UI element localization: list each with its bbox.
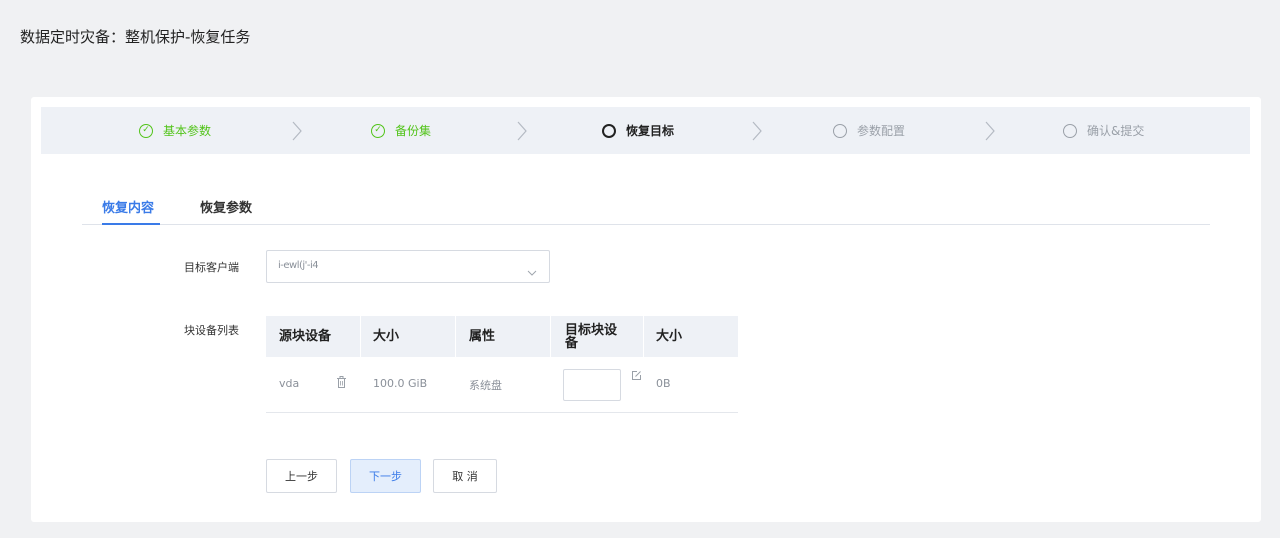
target-device-input[interactable] [563, 369, 621, 401]
circle-icon [602, 123, 616, 138]
wizard-card: ✓ 基本参数 ✓ 备份集 恢复目标 参数配置 确认&提交 恢复内容 恢复参数 目… [31, 97, 1261, 522]
circle-icon [833, 123, 847, 138]
step-confirm-submit[interactable]: 确认&提交 [1063, 107, 1144, 154]
tab-restore-params[interactable]: 恢复参数 [200, 197, 252, 216]
step-label: 备份集 [395, 124, 432, 138]
column-divider [550, 316, 551, 357]
chevron-right-icon [291, 107, 303, 154]
prev-step-button[interactable]: 上一步 [266, 459, 337, 493]
check-circle-icon: ✓ [371, 123, 385, 138]
tab-active-indicator [102, 223, 160, 225]
block-device-table: 源块设备 大小 属性 目标块设备 大小 vda 100.0 GiB 系统盘 0B [266, 316, 738, 413]
tabs-bar: 恢复内容 恢复参数 [82, 187, 1210, 225]
column-divider [643, 316, 644, 357]
chevron-right-icon [751, 107, 763, 154]
block-device-list-label: 块设备列表 [184, 324, 239, 337]
step-restore-target[interactable]: 恢复目标 [602, 107, 674, 154]
tab-restore-content[interactable]: 恢复内容 [102, 197, 154, 216]
col-source-device: 源块设备 [279, 329, 332, 344]
table-header: 源块设备 大小 属性 目标块设备 大小 [266, 316, 738, 357]
step-param-config[interactable]: 参数配置 [833, 107, 905, 154]
step-label: 基本参数 [163, 124, 212, 138]
column-divider [455, 316, 456, 357]
target-client-label: 目标客户端 [184, 261, 239, 274]
check-circle-icon: ✓ [139, 123, 153, 138]
step-label: 参数配置 [857, 124, 906, 138]
attribute-cell: 系统盘 [469, 379, 502, 392]
circle-icon [1063, 123, 1077, 138]
next-step-button[interactable]: 下一步 [350, 459, 421, 493]
edit-icon[interactable] [631, 370, 642, 384]
steps-bar: ✓ 基本参数 ✓ 备份集 恢复目标 参数配置 确认&提交 [41, 107, 1250, 154]
size-cell: 100.0 GiB [373, 377, 428, 390]
col-attribute: 属性 [469, 329, 496, 344]
source-device-cell: vda [279, 377, 300, 390]
cancel-button[interactable]: 取 消 [433, 459, 497, 493]
col-target-size: 大小 [656, 329, 683, 344]
target-size-cell: 0B [656, 377, 671, 390]
target-client-value: i-ewl(j'-i4 [278, 260, 319, 271]
step-label: 确认&提交 [1087, 124, 1145, 138]
step-basic-params[interactable]: ✓ 基本参数 [139, 107, 211, 154]
chevron-down-icon [527, 262, 537, 281]
col-target-device: 目标块设备 [565, 322, 618, 351]
column-divider [360, 316, 361, 357]
table-row: vda 100.0 GiB 系统盘 0B [266, 357, 738, 413]
chevron-right-icon [516, 107, 528, 154]
step-backup-set[interactable]: ✓ 备份集 [371, 107, 431, 154]
chevron-right-icon [984, 107, 996, 154]
trash-icon[interactable] [336, 376, 347, 391]
page-title: 数据定时灾备：整机保护-恢复任务 [20, 28, 251, 46]
step-label: 恢复目标 [626, 124, 675, 138]
target-client-select[interactable]: i-ewl(j'-i4 [266, 250, 550, 283]
col-size: 大小 [373, 329, 400, 344]
